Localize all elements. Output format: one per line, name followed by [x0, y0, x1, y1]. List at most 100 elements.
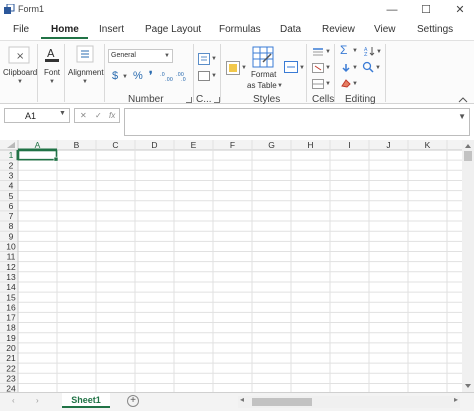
name-box[interactable]: A1 ▼	[4, 108, 70, 123]
column-header[interactable]: D	[151, 140, 157, 150]
maximize-button[interactable]: ☐	[412, 2, 440, 18]
row-header[interactable]: 4	[9, 181, 14, 191]
tab-formulas[interactable]: Formulas	[219, 24, 261, 35]
row-header[interactable]: 7	[9, 211, 14, 221]
tab-settings[interactable]: Settings	[417, 24, 453, 35]
horizontal-scroll-thumb[interactable]	[252, 398, 312, 406]
comma-style-button[interactable]: ❜	[149, 69, 153, 82]
tab-insert[interactable]: Insert	[99, 24, 124, 35]
row-header[interactable]: 2	[9, 160, 14, 170]
sheet-tab[interactable]: Sheet1	[62, 393, 110, 408]
horizontal-scrollbar[interactable]: ◂ ▸	[238, 395, 460, 408]
number-format-select[interactable]: General ▼	[108, 49, 173, 63]
insert-function-icon[interactable]: fx	[109, 111, 115, 120]
row-header[interactable]: 14	[6, 282, 16, 292]
close-button[interactable]: ✕	[446, 2, 474, 18]
increase-decimal-icon[interactable]: .0 .00	[160, 70, 174, 82]
svg-text:Z: Z	[364, 52, 368, 56]
row-header[interactable]: 9	[9, 231, 14, 241]
cell-styles-icon[interactable]	[226, 61, 240, 75]
cell-style-icon[interactable]	[284, 61, 298, 73]
scroll-right-arrow-icon[interactable]: ▸	[454, 395, 458, 404]
row-header[interactable]: 15	[6, 292, 16, 302]
row-header[interactable]: 17	[6, 313, 16, 323]
spreadsheet-grid[interactable]: A B C D E F G H I J K 1 2 3 4 5 6 7 8 9 10 11 12 13 14 15 16 17 18 19…	[0, 140, 474, 392]
format-as-table-icon	[252, 46, 274, 68]
column-header[interactable]: H	[307, 140, 313, 150]
tab-data[interactable]: Data	[280, 24, 301, 35]
collapse-ribbon-icon[interactable]	[458, 96, 468, 103]
currency-button[interactable]: $	[112, 70, 118, 82]
row-header[interactable]: 1	[9, 150, 14, 160]
tab-review[interactable]: Review	[322, 24, 355, 35]
row-header[interactable]: 12	[6, 262, 16, 272]
row-header[interactable]: 8	[9, 221, 14, 231]
row-header[interactable]: 24	[6, 384, 16, 392]
column-header[interactable]: K	[425, 140, 431, 150]
scroll-left-icon[interactable]: ‹	[12, 396, 15, 405]
vertical-scroll-thumb[interactable]	[464, 151, 472, 161]
column-header[interactable]: I	[348, 140, 350, 150]
row-header[interactable]: 11	[7, 252, 16, 262]
cancel-icon[interactable]: ✕	[80, 111, 87, 120]
chevron-down-icon: ▼	[59, 110, 66, 117]
formula-input[interactable]: ▼	[124, 108, 470, 136]
row-header[interactable]: 21	[6, 353, 16, 363]
row-header[interactable]: 23	[6, 373, 16, 383]
autosum-button[interactable]: Σ	[340, 43, 347, 57]
decrease-decimal-icon[interactable]: .00 .0	[176, 70, 190, 82]
format-as-table-label-1: Format	[251, 70, 277, 79]
sort-filter-icon[interactable]: A Z	[364, 46, 376, 56]
formula-buttons: ✕ ✓ fx	[74, 108, 120, 123]
column-header[interactable]: B	[74, 140, 80, 150]
row-header[interactable]: 16	[6, 302, 16, 312]
minimize-button[interactable]: —	[378, 2, 406, 18]
row-header[interactable]: 5	[9, 191, 14, 201]
scroll-right-icon[interactable]: ›	[36, 396, 39, 405]
chevron-down-icon: ▼	[352, 81, 358, 87]
vertical-scrollbar[interactable]	[462, 140, 474, 392]
row-header[interactable]: 22	[6, 363, 16, 373]
row-header[interactable]: 13	[6, 272, 16, 282]
grid-canvas[interactable]: A B C D E F G H I J K12345678910111213141516171819…	[0, 140, 474, 392]
column-header[interactable]: G	[268, 140, 275, 150]
row-header[interactable]: 3	[9, 170, 14, 180]
row-header[interactable]: 19	[6, 333, 16, 343]
row-header[interactable]: 6	[9, 201, 14, 211]
cut-icon: ×	[8, 46, 30, 64]
scroll-left-arrow-icon[interactable]: ◂	[240, 395, 244, 404]
column-header[interactable]: C	[112, 140, 118, 150]
row-header[interactable]: 18	[6, 323, 16, 333]
table-style-icon[interactable]	[198, 71, 210, 81]
alignment-dropdown-icon: ▼	[82, 79, 88, 85]
tab-page-layout[interactable]: Page Layout	[145, 24, 201, 35]
enter-icon[interactable]: ✓	[95, 111, 102, 120]
svg-text:.00: .00	[165, 77, 173, 82]
percent-button[interactable]: %	[133, 70, 143, 82]
svg-text:.0: .0	[181, 77, 186, 82]
clear-icon[interactable]	[340, 78, 352, 88]
column-header[interactable]: F	[230, 140, 235, 150]
chevron-down-icon: ▼	[211, 56, 217, 62]
tab-file[interactable]: File	[13, 24, 29, 35]
find-icon[interactable]	[362, 61, 374, 73]
fill-handle[interactable]	[53, 156, 59, 162]
chevron-down-icon: ▼	[325, 49, 331, 55]
conditional-format-icon[interactable]	[198, 53, 210, 65]
delete-cells-icon[interactable]	[312, 63, 324, 73]
number-launcher-icon[interactable]	[186, 97, 192, 103]
insert-cells-icon[interactable]	[312, 47, 324, 57]
alignment-label: Alignment	[68, 68, 104, 77]
add-sheet-button[interactable]: +	[127, 395, 139, 407]
row-header[interactable]: 10	[6, 242, 16, 252]
format-cells-icon[interactable]	[312, 79, 324, 89]
fill-icon[interactable]	[340, 63, 352, 73]
column-header[interactable]: J	[386, 140, 390, 150]
tab-view[interactable]: View	[374, 24, 396, 35]
column-header[interactable]: E	[191, 140, 197, 150]
row-header[interactable]: 20	[6, 343, 16, 353]
tab-home[interactable]: Home	[51, 24, 79, 35]
chevron-down-icon: ▼	[241, 65, 247, 71]
clipboard-label: Clipboard	[3, 68, 38, 77]
chevron-down-icon[interactable]: ▼	[458, 112, 466, 121]
